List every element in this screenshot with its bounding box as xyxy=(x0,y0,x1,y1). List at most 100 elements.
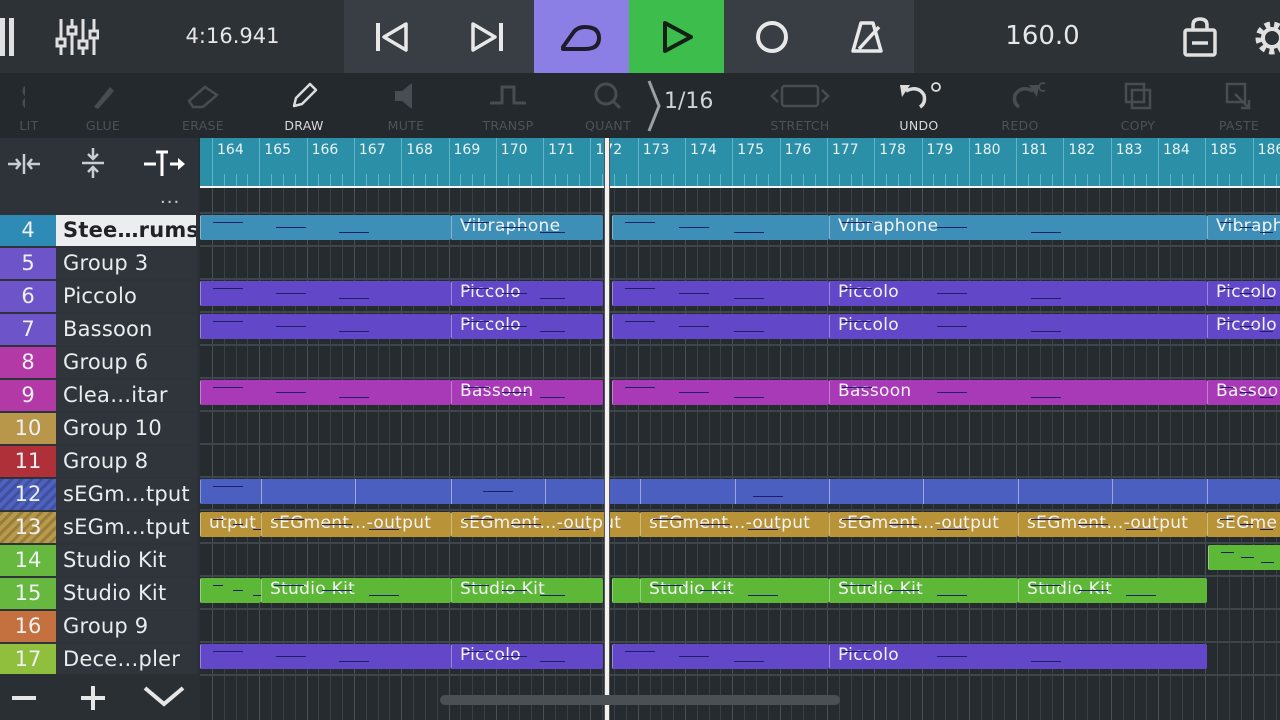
redo-tool[interactable]: REDO xyxy=(970,73,1070,138)
track-header[interactable]: 17 Dece…pler xyxy=(0,644,198,675)
clip[interactable] xyxy=(612,281,829,306)
track-header[interactable]: 9 Clea…itar xyxy=(0,380,198,411)
clip[interactable] xyxy=(612,380,829,405)
stretch-tool[interactable]: STRETCH xyxy=(750,73,850,138)
paste-tool[interactable]: PASTE xyxy=(1189,73,1280,138)
track-header[interactable]: 8 Group 6 xyxy=(0,347,198,378)
playhead[interactable] xyxy=(604,138,610,720)
split-tool[interactable]: LIT xyxy=(0,73,60,138)
metronome-button[interactable] xyxy=(819,0,914,73)
clip[interactable] xyxy=(612,215,829,240)
midi-note xyxy=(733,331,764,332)
transpose-tool[interactable]: TRANSP xyxy=(458,73,558,138)
track-header[interactable]: 15 Studio Kit xyxy=(0,578,198,609)
rewind-button[interactable] xyxy=(344,0,439,73)
clip[interactable]: Piccolo xyxy=(829,644,1207,669)
horizontal-scrollbar[interactable] xyxy=(440,695,840,705)
clip[interactable]: sEGment…-output xyxy=(640,512,829,537)
more-options-icon[interactable]: ... xyxy=(160,189,190,207)
clip[interactable]: Piccolo xyxy=(829,314,1207,339)
track-header[interactable]: 5 Group 3 xyxy=(0,248,198,279)
clip[interactable] xyxy=(612,314,829,339)
clip[interactable]: utput xyxy=(200,512,261,537)
fit-tracks-icon[interactable] xyxy=(142,150,186,178)
tempo-readout[interactable]: 160.0 xyxy=(960,0,1125,73)
clip[interactable] xyxy=(200,281,451,306)
record-button[interactable] xyxy=(724,0,819,73)
clip[interactable]: Bassoo xyxy=(1207,380,1280,405)
collapse-button[interactable] xyxy=(142,684,186,710)
clip[interactable] xyxy=(200,380,451,405)
time-readout[interactable]: 4:16.941 xyxy=(150,0,315,73)
clip[interactable]: Studio Kit xyxy=(829,578,1018,603)
clip[interactable] xyxy=(200,215,451,240)
zoom-horizontal-icon[interactable] xyxy=(6,152,42,176)
track-header[interactable]: 16 Group 9 xyxy=(0,611,198,642)
gear-icon[interactable] xyxy=(1252,18,1280,58)
zoom-vertical-icon[interactable] xyxy=(80,146,106,180)
forward-button[interactable] xyxy=(439,0,534,73)
clip[interactable]: Studio Kit xyxy=(1018,578,1207,603)
draw-tool[interactable]: DRAW xyxy=(254,73,354,138)
quantize-value[interactable]: 1/16 xyxy=(664,89,713,114)
clip[interactable]: sEGme xyxy=(1207,512,1280,537)
track-header[interactable]: 14 Studio Kit xyxy=(0,545,198,576)
clip-divider xyxy=(261,479,262,504)
clip[interactable]: Piccolo xyxy=(451,644,603,669)
clip[interactable]: Studio Kit xyxy=(640,578,829,603)
clip[interactable]: Bassoon xyxy=(451,380,603,405)
track-header[interactable]: 13 sEGm…tput xyxy=(0,512,198,543)
midi-note xyxy=(936,595,967,596)
clip[interactable] xyxy=(612,644,829,669)
clip[interactable]: Bassoon xyxy=(829,380,1207,405)
timeline-ruler[interactable]: 1641651661671681691701711721731741751761… xyxy=(200,138,1280,187)
track-header[interactable]: 12 sEGm…tput xyxy=(0,479,198,510)
loop-button[interactable] xyxy=(534,0,629,73)
clip[interactable]: Piccolo xyxy=(829,281,1207,306)
clip[interactable]: sEGment…-output xyxy=(829,512,1018,537)
mixer-icon[interactable] xyxy=(0,18,22,56)
clip[interactable]: Piccolo xyxy=(1207,314,1280,339)
clip[interactable]: Piccolo xyxy=(1207,281,1280,306)
track-header[interactable]: 6 Piccolo xyxy=(0,281,198,312)
sliders-icon[interactable] xyxy=(55,17,100,57)
ruler-subtick xyxy=(507,174,509,186)
add-track-button[interactable] xyxy=(79,684,107,712)
clip[interactable]: sEGment…-output xyxy=(261,512,451,537)
clip[interactable] xyxy=(200,578,261,603)
clip[interactable]: Studio Kit xyxy=(261,578,451,603)
clip[interactable]: Piccolo xyxy=(451,314,603,339)
chevron-right-icon[interactable] xyxy=(646,79,662,133)
clip[interactable]: Vibraphone xyxy=(829,215,1207,240)
transport-bar: 4:16.941 160.0 xyxy=(0,0,1280,73)
clip[interactable]: Vibraph xyxy=(1207,215,1280,240)
mute-tool[interactable]: MUTE xyxy=(356,73,456,138)
track-header[interactable]: 4 Stee…rums xyxy=(0,215,198,246)
clip[interactable] xyxy=(200,644,451,669)
shop-bag-icon[interactable] xyxy=(1182,16,1218,58)
track-header[interactable]: 11 Group 8 xyxy=(0,446,198,477)
glue-tool[interactable]: GLUE xyxy=(53,73,153,138)
track-header[interactable]: 7 Bassoon xyxy=(0,314,198,345)
copy-tool[interactable]: COPY xyxy=(1088,73,1188,138)
clip[interactable] xyxy=(1208,545,1280,570)
transpose-icon xyxy=(490,85,526,105)
ruler-subtick xyxy=(850,174,852,186)
play-button[interactable] xyxy=(629,0,724,73)
midi-note xyxy=(274,585,304,586)
clip[interactable]: Studio Kit xyxy=(451,578,603,603)
clip[interactable]: sEGment…-output xyxy=(451,512,640,537)
quantize-tool[interactable]: QUANT xyxy=(558,73,658,138)
clip[interactable]: Piccolo xyxy=(451,281,603,306)
midi-note xyxy=(274,519,304,520)
track-header[interactable]: 10 Group 10 xyxy=(0,413,198,444)
arrange-grid[interactable]: Vibraphone Vibraphone Vibraph Piccolo Piccol… xyxy=(200,188,1280,720)
clip[interactable]: Vibraphone xyxy=(451,215,603,240)
clip[interactable]: sEGment…-output xyxy=(1018,512,1207,537)
undo-tool[interactable]: UNDO xyxy=(869,73,969,138)
clip[interactable] xyxy=(200,314,451,339)
clip[interactable] xyxy=(200,479,1280,504)
remove-track-button[interactable] xyxy=(10,686,38,710)
erase-tool[interactable]: ERASE xyxy=(153,73,253,138)
clip[interactable] xyxy=(612,578,640,603)
